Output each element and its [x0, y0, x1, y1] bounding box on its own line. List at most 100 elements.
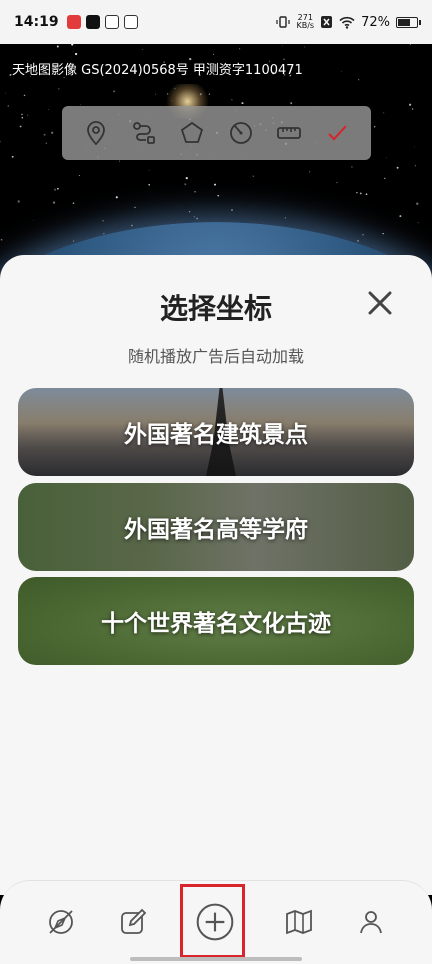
circle-icon[interactable]	[226, 118, 256, 148]
card-foreign-universities[interactable]: 外国著名高等学府	[18, 483, 414, 571]
star	[27, 114, 29, 116]
sheet-subtitle: 随机播放广告后自动加载	[127, 347, 304, 366]
close-icon	[368, 291, 392, 315]
star	[230, 209, 234, 212]
star	[241, 102, 244, 105]
compass-off-icon	[49, 910, 73, 934]
star	[212, 53, 214, 55]
star	[194, 191, 196, 193]
star	[52, 201, 56, 204]
star	[72, 202, 75, 205]
star	[303, 46, 305, 48]
star	[19, 125, 22, 128]
star	[131, 224, 133, 227]
star	[71, 44, 74, 46]
star	[374, 126, 376, 128]
ruler-icon[interactable]	[274, 118, 304, 148]
star	[213, 183, 217, 186]
star	[21, 117, 24, 119]
star	[23, 94, 26, 97]
map-icon	[286, 909, 312, 935]
nav-map[interactable]	[274, 897, 324, 947]
vibrate-icon	[276, 16, 291, 28]
status-time: 14:19	[14, 14, 59, 30]
star	[148, 169, 150, 171]
coordinate-picker-sheet: 选择坐标 随机播放广告后自动加载 外国著名建筑景点 外国著名高等学府 十个世界著…	[0, 255, 432, 895]
star	[57, 187, 59, 190]
battery-percent: 72%	[361, 14, 390, 30]
star	[196, 217, 198, 220]
star	[48, 109, 50, 110]
star	[411, 108, 414, 110]
star	[282, 45, 284, 46]
status-app-icons	[66, 15, 138, 29]
star	[239, 48, 241, 50]
tiktok-icon	[85, 15, 100, 29]
highlight-box	[180, 884, 245, 958]
link-app-icon	[104, 15, 119, 29]
star	[11, 155, 14, 158]
star	[7, 105, 10, 107]
star	[188, 210, 191, 213]
star	[102, 220, 104, 222]
star	[142, 49, 144, 50]
star	[58, 88, 60, 90]
star	[358, 79, 360, 81]
network-speed-unit: KB/s	[296, 21, 315, 30]
star	[74, 52, 78, 56]
polygon-icon[interactable]	[177, 118, 207, 148]
network-speed: 271 KB/s	[296, 14, 314, 30]
star	[53, 188, 57, 191]
star	[21, 113, 23, 116]
nav-compass[interactable]	[36, 897, 86, 947]
star	[385, 157, 387, 159]
draw-toolbar	[62, 106, 371, 160]
star	[118, 160, 120, 162]
star	[414, 165, 416, 167]
star	[155, 93, 157, 95]
route-icon[interactable]	[129, 118, 159, 148]
star	[17, 200, 20, 203]
card-foreign-landmarks[interactable]: 外国著名建筑景点	[18, 388, 414, 476]
star	[399, 215, 402, 218]
star	[113, 90, 116, 93]
star	[309, 171, 311, 173]
user-icon	[360, 911, 382, 934]
card-cultural-heritage[interactable]: 十个世界著名文化古迹	[18, 577, 414, 665]
star	[357, 239, 359, 242]
star	[290, 102, 293, 105]
star	[32, 219, 34, 221]
star	[5, 92, 7, 94]
star	[362, 234, 364, 236]
edit-icon	[121, 908, 147, 934]
star	[72, 51, 74, 52]
star	[45, 142, 47, 144]
close-button[interactable]	[366, 289, 394, 317]
card-label: 外国著名高等学府	[124, 517, 308, 543]
card-label: 十个世界著名文化古迹	[101, 611, 331, 637]
star	[341, 70, 342, 72]
home-indicator[interactable]	[130, 957, 302, 961]
no-sim-icon	[321, 16, 333, 28]
star	[359, 192, 362, 195]
wifi-icon	[339, 16, 355, 29]
location-pin-icon[interactable]	[81, 118, 111, 148]
battery-icon	[396, 16, 421, 28]
star	[417, 222, 419, 224]
star	[252, 175, 255, 177]
app-notification-icon	[66, 15, 81, 29]
card-label: 外国著名建筑景点	[124, 422, 308, 448]
map-view[interactable]: 天地图影像 GS(2024)0568号 甲测资字1100471	[0, 44, 432, 284]
star	[193, 216, 196, 218]
star	[383, 112, 385, 114]
status-right: 271 KB/s 72%	[276, 14, 421, 30]
nav-edit[interactable]	[108, 897, 158, 947]
star	[56, 45, 59, 48]
star	[336, 182, 338, 184]
star	[72, 240, 75, 242]
star	[396, 166, 399, 169]
nav-profile[interactable]	[346, 897, 396, 947]
check-icon[interactable]	[322, 118, 352, 148]
star	[414, 146, 415, 148]
star	[115, 196, 118, 199]
